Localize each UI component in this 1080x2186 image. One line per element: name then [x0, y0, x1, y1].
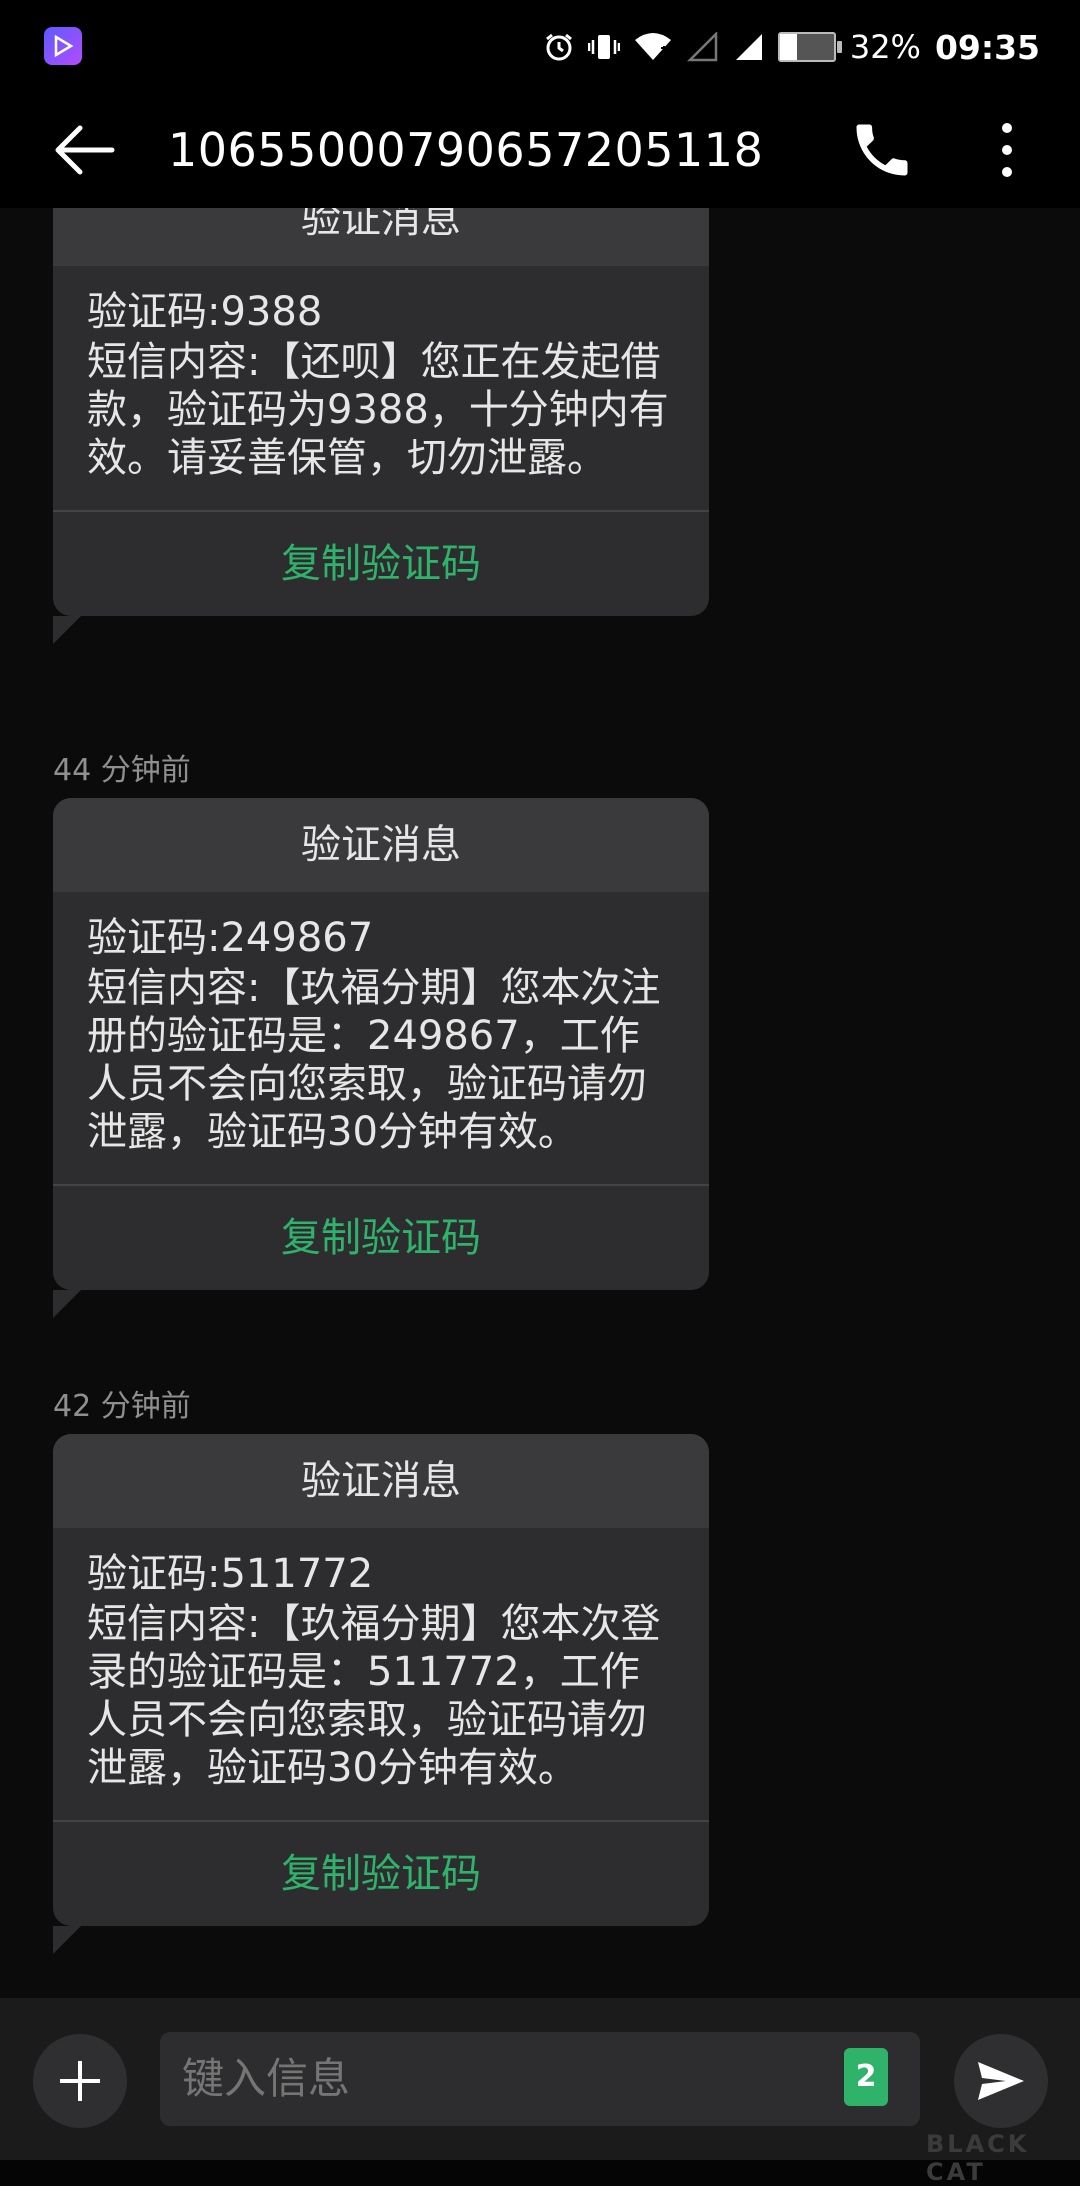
sim-slot-badge[interactable]: 2: [844, 2048, 888, 2106]
signal-empty-icon: [686, 32, 718, 62]
phone-icon: [856, 124, 908, 176]
status-icons: 32% 09:35: [544, 22, 1040, 72]
battery-percent: 32%: [849, 28, 921, 66]
copy-code-button[interactable]: 复制验证码: [53, 1186, 709, 1290]
contact-number: 10655000790657205118: [168, 123, 764, 177]
verification-code: 验证码:9388: [87, 289, 323, 335]
more-vert-icon: [1002, 123, 1012, 177]
message-input[interactable]: [160, 2032, 920, 2126]
plus-icon: [60, 2061, 100, 2101]
message-card-title: 验证消息: [53, 208, 709, 266]
message-body: 验证码:249867 短信内容:【玖福分期】您本次注册的验证码是：249867，…: [53, 892, 709, 1184]
message-content: 短信内容:【还呗】您正在发起借款，验证码为9388，十分钟内有效。请妥善保管，切…: [87, 339, 669, 481]
message-body: 验证码:9388 短信内容:【还呗】您正在发起借款，验证码为9388，十分钟内有…: [53, 266, 709, 510]
send-icon: [978, 2062, 1024, 2100]
copy-code-button[interactable]: 复制验证码: [53, 1822, 709, 1926]
message-card-title: 验证消息: [53, 798, 709, 892]
attach-button[interactable]: [33, 2034, 127, 2128]
message-content: 短信内容:【玖福分期】您本次注册的验证码是：249867，工作人员不会向您索取，…: [87, 965, 661, 1155]
message-card: 验证消息 验证码:9388 短信内容:【还呗】您正在发起借款，验证码为9388，…: [53, 208, 709, 644]
bubble-tail: [53, 616, 81, 644]
message-card: 验证消息 验证码:249867 短信内容:【玖福分期】您本次注册的验证码是：24…: [53, 798, 709, 1318]
message-body: 验证码:511772 短信内容:【玖福分期】您本次登录的验证码是：511772，…: [53, 1528, 709, 1820]
bubble-tail: [53, 1926, 81, 1954]
copy-code-button[interactable]: 复制验证码: [53, 512, 709, 616]
message-timestamp: 44 分钟前: [53, 753, 191, 788]
conversation-header: 10655000790657205118: [0, 96, 1080, 208]
wifi-icon: [634, 33, 671, 60]
alarm-icon: [545, 33, 572, 61]
clock: 09:35: [934, 27, 1040, 67]
message-list[interactable]: 验证消息 验证码:9388 短信内容:【还呗】您正在发起借款，验证码为9388，…: [0, 208, 1080, 1998]
verification-code: 验证码:249867: [87, 915, 374, 961]
back-button[interactable]: [50, 114, 122, 186]
more-options-button[interactable]: [992, 114, 1022, 186]
battery-icon: [777, 32, 842, 62]
video-app-icon: [44, 27, 82, 65]
message-content: 短信内容:【玖福分期】您本次登录的验证码是：511772，工作人员不会向您索取，…: [87, 1601, 661, 1791]
compose-bar: 2: [0, 1998, 1080, 2160]
signal-icon: [735, 34, 762, 60]
message-timestamp: 42 分钟前: [53, 1389, 191, 1424]
vibrate-icon: [587, 35, 620, 59]
status-bar: 32% 09:35: [0, 0, 1080, 96]
call-button[interactable]: [848, 116, 916, 184]
message-card: 验证消息 验证码:511772 短信内容:【玖福分期】您本次登录的验证码是：51…: [53, 1434, 709, 1954]
verification-code: 验证码:511772: [87, 1551, 374, 1597]
message-card-title: 验证消息: [53, 1434, 709, 1528]
watermark: BLACK CAT: [926, 2130, 1030, 2186]
bubble-tail: [53, 1290, 81, 1318]
back-arrow-icon: [55, 125, 115, 175]
send-button[interactable]: [954, 2034, 1048, 2128]
